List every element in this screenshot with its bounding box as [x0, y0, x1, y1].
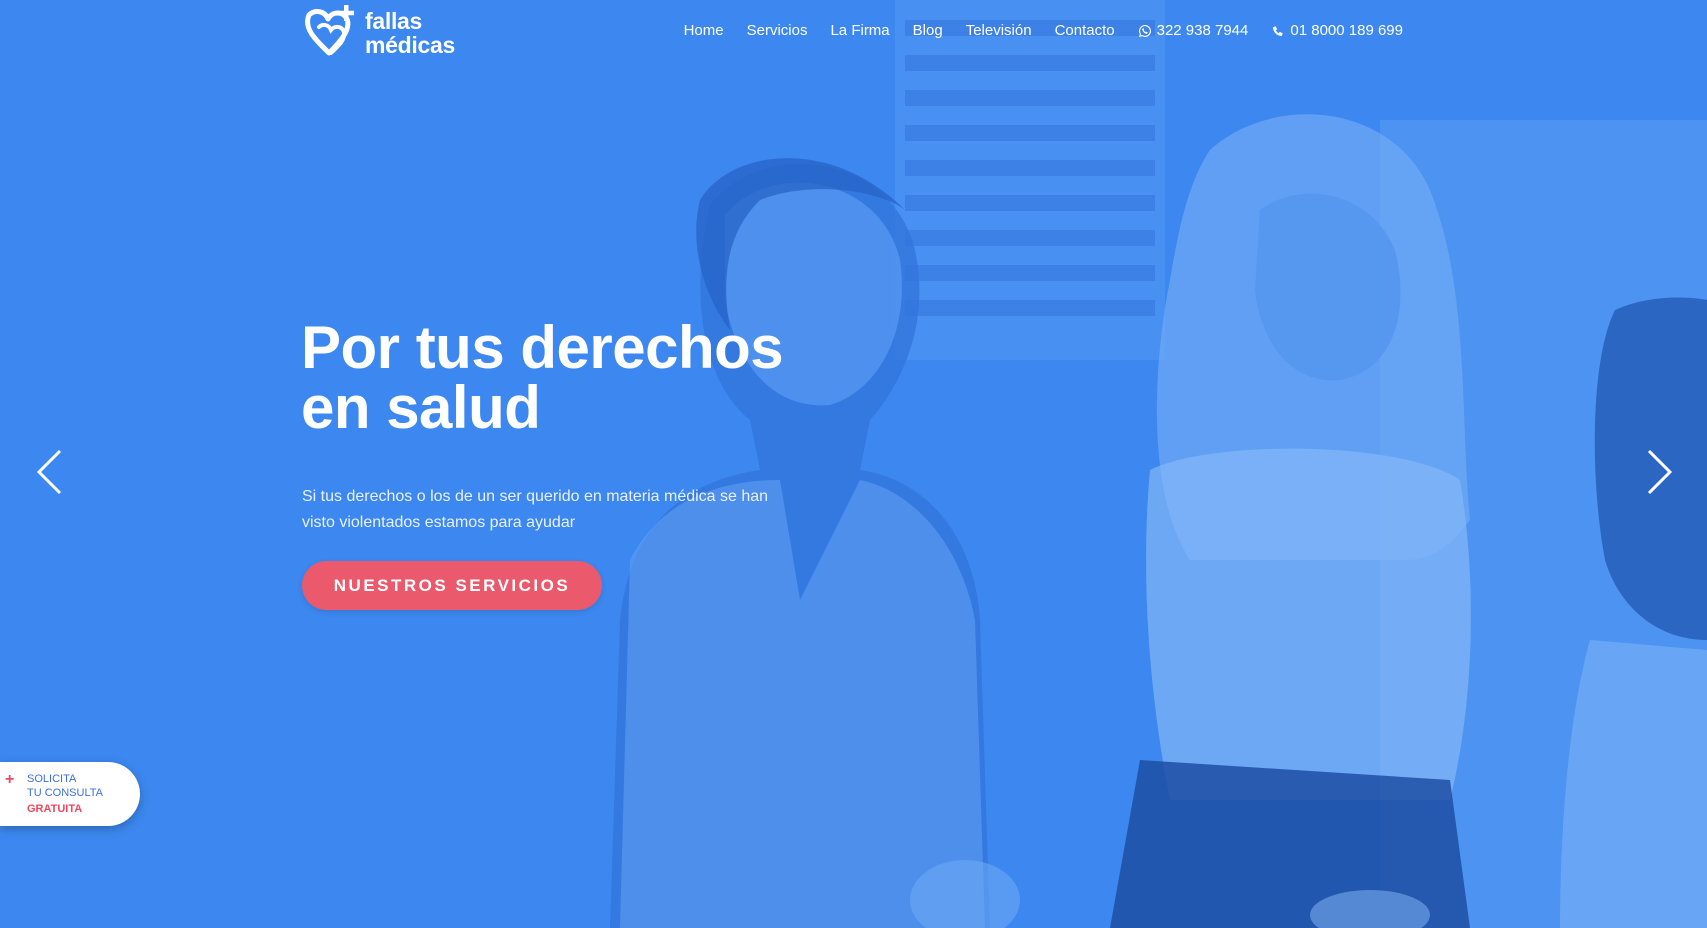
phone-number: 01 8000 189 699 [1290, 22, 1403, 39]
hero-title-line-1: Por tus derechos [301, 314, 784, 381]
nav-servicios[interactable]: Servicios [747, 22, 808, 39]
nav-home[interactable]: Home [684, 22, 724, 39]
nav-la-firma[interactable]: La Firma [830, 22, 889, 39]
slider-next-button[interactable] [1644, 447, 1674, 497]
hero-slider: fallas médicas Home Servicios La Firma B… [0, 0, 1707, 928]
slider-prev-button[interactable] [35, 447, 65, 497]
main-nav: Home Servicios La Firma Blog Televisión … [684, 22, 1403, 39]
hero-background-image [0, 0, 1707, 928]
site-header: fallas médicas Home Servicios La Firma B… [0, 0, 1707, 70]
consult-line-3: GRATUITA [27, 803, 83, 815]
logo-line-1: fallas [365, 8, 423, 34]
nav-phone-link[interactable]: 01 8000 189 699 [1271, 22, 1403, 39]
whatsapp-number: 322 938 7944 [1156, 22, 1249, 39]
consult-line-1: SOLICITA [27, 773, 77, 785]
nav-whatsapp-link[interactable]: 322 938 7944 [1138, 22, 1249, 39]
nuestros-servicios-button[interactable]: NUESTROS SERVICIOS [302, 561, 602, 610]
plus-icon: + [5, 771, 15, 788]
phone-icon [1273, 25, 1284, 36]
nav-blog[interactable]: Blog [913, 22, 943, 39]
logo-line-2: médicas [365, 32, 455, 58]
chevron-right-icon [1647, 449, 1673, 495]
hero-subtitle: Si tus derechos o los de un ser querido … [302, 488, 769, 531]
hero-title: Por tus derechos en salud [301, 314, 784, 441]
logo-wordmark: fallas médicas [365, 9, 455, 57]
hero-title-line-2: en salud [301, 374, 541, 441]
consultation-label: SOLICITA TU CONSULTA GRATUITA [27, 772, 103, 816]
nav-contacto[interactable]: Contacto [1055, 22, 1115, 39]
whatsapp-icon [1138, 24, 1151, 37]
heart-plus-logo-icon [305, 5, 354, 56]
consult-line-2: TU CONSULTA [27, 787, 103, 799]
chevron-left-icon [36, 449, 62, 495]
free-consultation-tab[interactable]: + SOLICITA TU CONSULTA GRATUITA [0, 762, 140, 826]
nav-television[interactable]: Televisión [966, 22, 1032, 39]
logo[interactable]: fallas médicas [301, 5, 455, 61]
